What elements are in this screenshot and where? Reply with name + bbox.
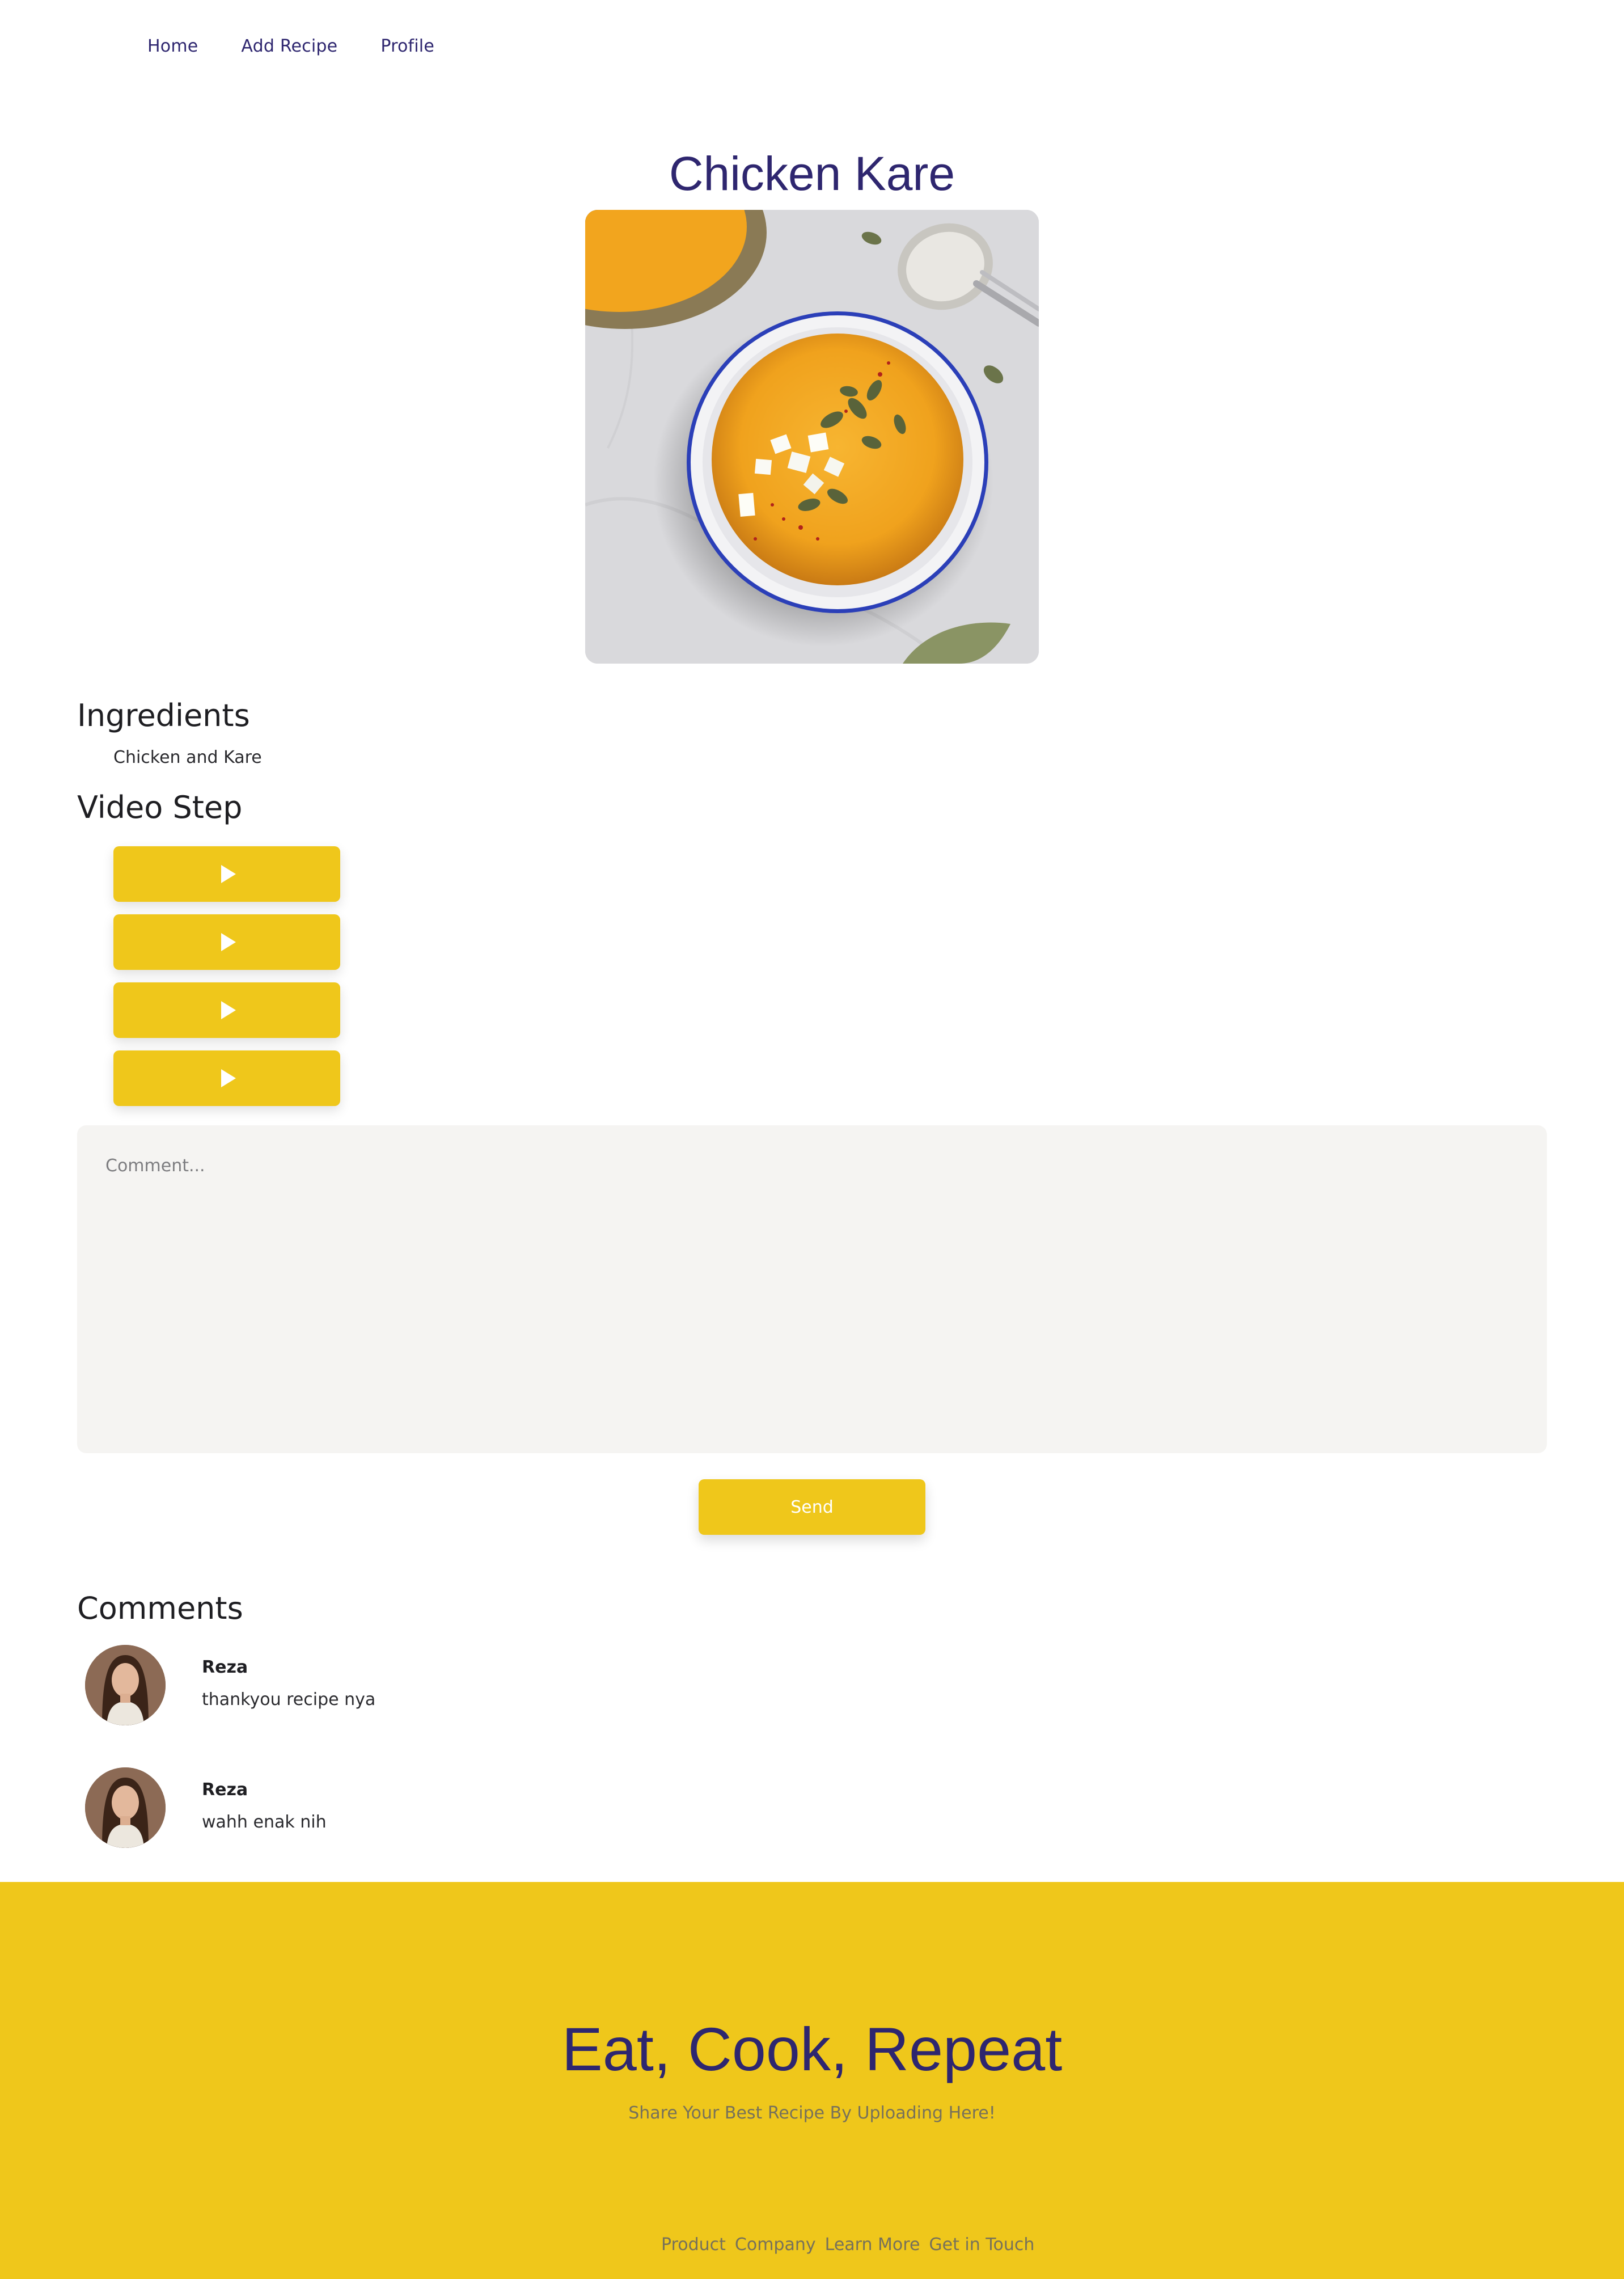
ingredients-heading: Ingredients [77,698,250,733]
recipe-title: Chicken Kare [669,147,955,200]
footer-link-learn-more[interactable]: Learn More [825,2235,920,2255]
page: Home Add Recipe Profile Chicken Kare Ing… [0,0,1624,2279]
avatar [85,1645,166,1725]
footer: Eat, Cook, Repeat Share Your Best Recipe… [0,1882,1624,2279]
play-icon [221,1001,236,1019]
ingredient-item: Chicken and Kare [113,748,262,767]
video-step-button-4[interactable] [113,1050,340,1106]
comment-author: Reza [202,1780,248,1800]
footer-title: Eat, Cook, Repeat [561,2015,1063,2083]
play-icon [221,865,236,883]
video-steps-list [113,846,340,1106]
avatar [85,1767,166,1848]
comment-input[interactable] [77,1125,1547,1453]
video-step-button-3[interactable] [113,982,340,1038]
footer-link-company[interactable]: Company [735,2235,816,2255]
comment-item: Reza thankyou recipe nya [85,1645,375,1725]
nav-home-link[interactable]: Home [147,36,198,56]
nav-add-recipe-link[interactable]: Add Recipe [241,36,337,56]
comment-item: Reza wahh enak nih [85,1767,327,1848]
footer-link-get-in-touch[interactable]: Get in Touch [929,2235,1034,2255]
comment-text: thankyou recipe nya [202,1690,376,1710]
comment-author: Reza [202,1657,248,1677]
comments-heading: Comments [77,1590,243,1626]
video-step-heading: Video Step [77,790,243,825]
top-nav: Home Add Recipe Profile [147,36,434,56]
footer-link-product[interactable]: Product [661,2235,726,2255]
ingredients-list: Chicken and Kare [113,748,262,767]
nav-profile-link[interactable]: Profile [380,36,434,56]
play-icon [221,1069,236,1087]
video-step-button-1[interactable] [113,846,340,902]
footer-subtitle: Share Your Best Recipe By Uploading Here… [628,2103,996,2123]
send-button[interactable]: Send [699,1479,925,1535]
video-step-button-2[interactable] [113,914,340,970]
recipe-image [585,210,1039,664]
footer-links: Product Company Learn More Get in Touch [661,2235,1034,2255]
comment-text: wahh enak nih [202,1812,327,1832]
play-icon [221,933,236,951]
